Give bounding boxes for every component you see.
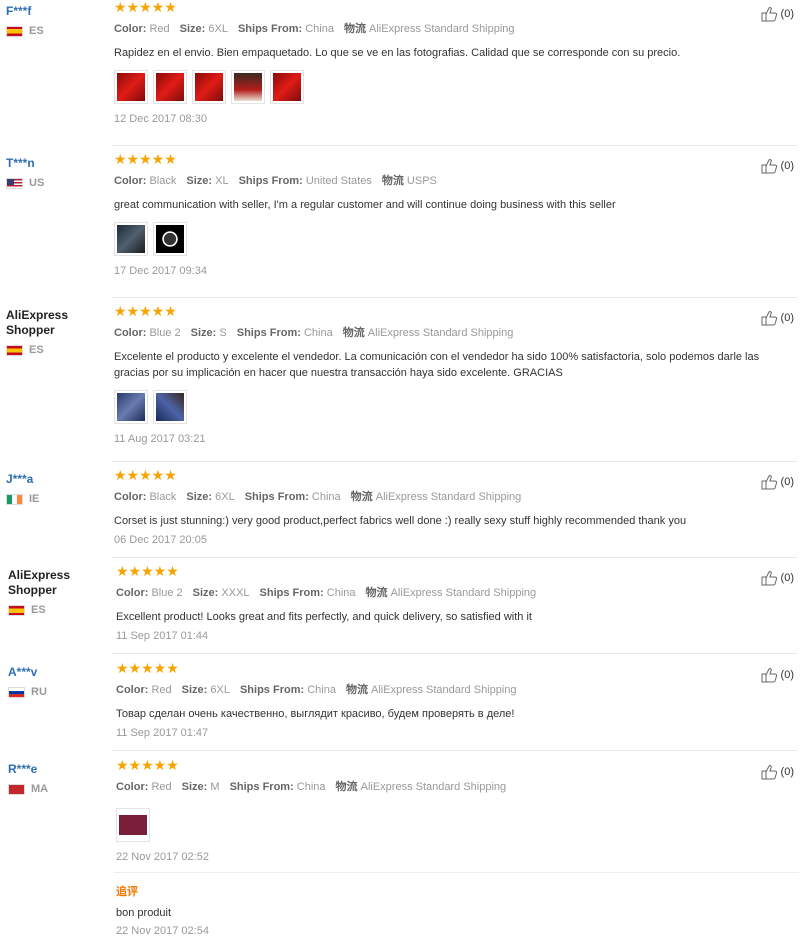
thumbs-up-icon (761, 475, 777, 490)
order-info: Color: Black Size: XL Ships From: United S… (114, 175, 437, 187)
flag-us-icon (6, 177, 23, 189)
review-photo[interactable] (192, 70, 226, 104)
reviewer-name[interactable]: A***v (8, 665, 103, 680)
review-text: great communication with seller, I'm a r… (114, 199, 616, 211)
like-button[interactable]: (0) (761, 474, 794, 490)
order-info: Color: Blue 2 Size: S Ships From: China 物流 … (114, 327, 514, 339)
review-photo[interactable] (153, 70, 187, 104)
reviewer-name[interactable]: J***a (6, 472, 101, 487)
review-photo[interactable] (231, 70, 265, 104)
like-button[interactable]: (0) (761, 667, 794, 683)
review-photo[interactable] (270, 70, 304, 104)
flag-ma-icon (8, 783, 25, 795)
additional-review-text: bon produit (116, 907, 172, 919)
reviewer-name[interactable]: R***e (8, 762, 103, 777)
reviewer-country: ES (29, 344, 44, 356)
divider (112, 750, 797, 751)
review-photos (114, 390, 774, 424)
reviewer-country: ES (29, 25, 44, 37)
additional-review-date: 22 Nov 2017 02:54 (116, 925, 209, 937)
order-info: Color: Blue 2 Size: XXXL Ships From: China… (116, 587, 537, 599)
rating-stars: ★★★★★ (114, 151, 177, 167)
thumbs-up-icon (761, 668, 777, 683)
review-photo[interactable] (116, 808, 150, 842)
divider (112, 653, 797, 654)
divider (112, 145, 797, 146)
flag-ru-icon (8, 686, 25, 698)
like-button[interactable]: (0) (761, 6, 794, 22)
thumbs-up-icon (761, 571, 777, 586)
thumbs-up-icon (761, 765, 777, 780)
flag-es-icon (6, 25, 23, 37)
like-button[interactable]: (0) (761, 158, 794, 174)
review-text: Товар сделан очень качественно, выглядит… (116, 708, 515, 720)
flag-es-icon (6, 344, 23, 356)
review-date: 12 Dec 2017 08:30 (114, 113, 207, 125)
review-text: Excelente el producto y excelente el ven… (114, 351, 760, 379)
order-info: Color: Black Size: 6XL Ships From: China 物流… (114, 491, 522, 503)
reviewer-country: IE (29, 493, 40, 505)
reviewer-name[interactable]: T***n (6, 156, 101, 171)
review-photos (116, 808, 776, 842)
review-date: 11 Sep 2017 01:47 (116, 727, 209, 739)
review-photo[interactable] (153, 390, 187, 424)
review-photo[interactable] (114, 222, 148, 256)
review-photo[interactable] (114, 70, 148, 104)
rating-stars: ★★★★★ (114, 303, 177, 319)
reviewer-name[interactable]: AliExpress Shopper (8, 568, 103, 598)
reviewer-name[interactable]: F***f (6, 4, 101, 19)
review-date: 06 Dec 2017 20:05 (114, 534, 207, 546)
like-button[interactable]: (0) (761, 570, 794, 586)
review-text: Rapidez en el envio. Bien empaquetado. L… (114, 47, 681, 59)
reviewer-country: MA (31, 783, 49, 795)
review-date: 11 Aug 2017 03:21 (114, 433, 206, 445)
reviewer-country: US (29, 177, 45, 189)
divider (114, 872, 799, 873)
reviewer-country: ES (31, 604, 46, 616)
rating-stars: ★★★★★ (114, 467, 177, 483)
review-date: 17 Dec 2017 09:34 (114, 265, 207, 277)
reviewer-country: RU (31, 686, 47, 698)
flag-es-icon (8, 604, 25, 616)
review-photo[interactable] (114, 390, 148, 424)
like-button[interactable]: (0) (761, 764, 794, 780)
order-info: Color: Red Size: M Ships From: China 物流 Ali… (116, 781, 507, 793)
rating-stars: ★★★★★ (116, 563, 179, 579)
review-date: 11 Sep 2017 01:44 (116, 630, 209, 642)
review-text: Excellent product! Looks great and fits … (116, 611, 532, 623)
rating-stars: ★★★★★ (114, 0, 177, 15)
divider (112, 461, 797, 462)
additional-review-label: 追评 (116, 886, 138, 898)
order-info: Color: Red Size: 6XL Ships From: China 物流 A… (116, 684, 517, 696)
review-photo[interactable] (153, 222, 187, 256)
review-photos (114, 70, 774, 104)
divider (112, 297, 797, 298)
review-text: Corset is just stunning:) very good prod… (114, 515, 687, 527)
divider (112, 557, 797, 558)
thumbs-up-icon (761, 159, 777, 174)
thumbs-up-icon (761, 7, 777, 22)
like-button[interactable]: (0) (761, 310, 794, 326)
review-photos (114, 222, 774, 256)
rating-stars: ★★★★★ (116, 757, 179, 773)
rating-stars: ★★★★★ (116, 660, 179, 676)
review-date: 22 Nov 2017 02:52 (116, 851, 209, 863)
reviewer-name[interactable]: AliExpress Shopper (6, 308, 101, 338)
order-info: Color: Red Size: 6XL Ships From: China 物流 A… (114, 23, 515, 35)
thumbs-up-icon (761, 311, 777, 326)
flag-ie-icon (6, 493, 23, 505)
